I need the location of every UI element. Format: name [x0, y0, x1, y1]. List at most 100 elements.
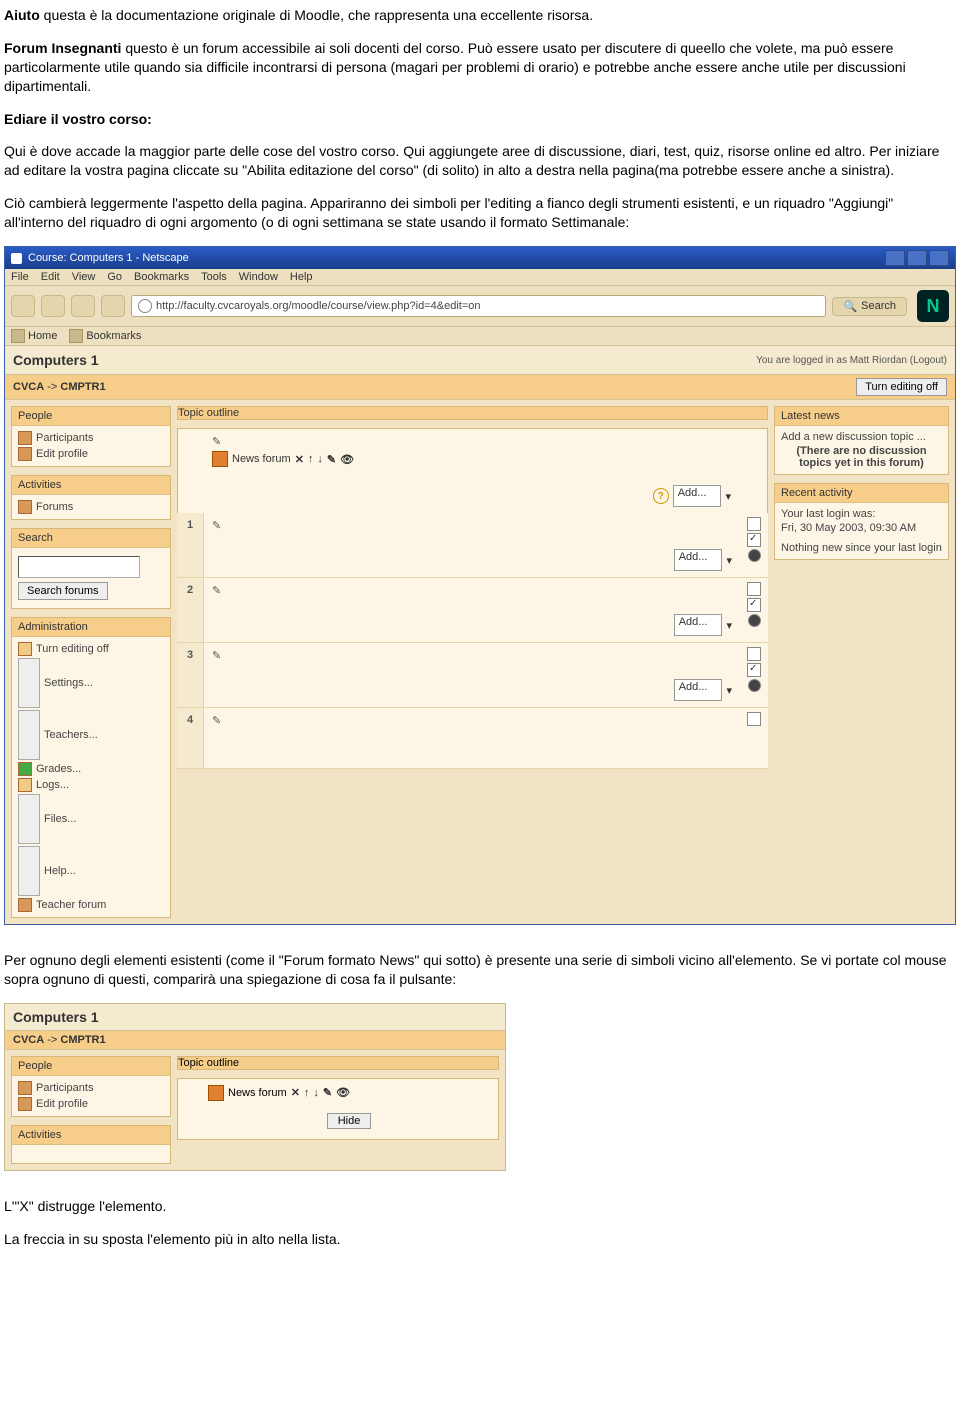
search-forums-button[interactable]: Search forums: [18, 582, 108, 600]
show-one-icon[interactable]: [747, 712, 761, 726]
admin-grades[interactable]: Grades...: [18, 761, 164, 777]
breadcrumb: CVCA -> CMPTR1: [13, 381, 106, 393]
move-up-icon[interactable]: ↑: [304, 1087, 310, 1099]
visible-icon[interactable]: [748, 679, 761, 692]
turn-editing-off-button[interactable]: Turn editing off: [856, 378, 947, 396]
edit-icon[interactable]: ✎: [212, 519, 224, 531]
move-up-icon[interactable]: ↑: [308, 453, 314, 465]
menu-edit[interactable]: Edit: [41, 271, 60, 283]
participants-icon: [18, 431, 32, 445]
profile-icon: [18, 447, 32, 461]
menu-help[interactable]: Help: [290, 271, 313, 283]
url-input[interactable]: http://faculty.cvcaroyals.org/moodle/cou…: [131, 295, 826, 317]
menu-file[interactable]: File: [11, 271, 29, 283]
visible-icon[interactable]: [748, 614, 761, 627]
admin-teacherforum[interactable]: Teacher forum: [18, 897, 164, 913]
add-dropdown[interactable]: Add...: [674, 549, 723, 571]
people-participants[interactable]: Participants: [18, 1080, 164, 1096]
topic-intro: ✎ News forum ✕ ↑ ↓ ✎ 👁 ?: [177, 428, 768, 513]
panel-people: People Participants Edit profile: [11, 1056, 171, 1117]
add-row: ? Add...▾: [653, 485, 731, 507]
search-input[interactable]: [18, 556, 140, 578]
para-6: L'"X" distrugge l'elemento.: [4, 1197, 956, 1216]
para-5: Per ognuno degli elementi esistenti (com…: [4, 951, 956, 989]
screenshot-2: Computers 1 CVCA -> CMPTR1 People Partic…: [4, 1003, 506, 1171]
menu-view[interactable]: View: [72, 271, 96, 283]
nothing-new-text: Nothing new since your last login: [781, 541, 942, 555]
chevron-down-icon[interactable]: ▾: [726, 554, 732, 567]
admin-teachers[interactable]: Teachers...: [18, 709, 164, 761]
show-one-icon[interactable]: [747, 647, 761, 661]
tabbar: Home Bookmarks: [5, 327, 955, 346]
forum-icon: [18, 500, 32, 514]
add-dropdown[interactable]: Add...: [673, 485, 722, 507]
tab-home[interactable]: Home: [11, 329, 57, 343]
topic-number: 4: [177, 708, 204, 768]
visible-icon[interactable]: [748, 549, 761, 562]
close-button[interactable]: [929, 250, 949, 266]
topic-4: 4 ✎: [177, 708, 768, 769]
add-topic-link[interactable]: Add a new discussion topic ...: [781, 430, 942, 444]
heading-edit: Ediare il vostro corso:: [4, 110, 956, 129]
admin-editoff[interactable]: Turn editing off: [18, 641, 164, 657]
menu-window[interactable]: Window: [239, 271, 278, 283]
back-button[interactable]: [11, 295, 35, 317]
delete-icon[interactable]: ✕: [291, 1086, 300, 1099]
para-3: Qui è dove accade la maggior parte delle…: [4, 142, 956, 180]
edit-icon[interactable]: ✎: [212, 584, 224, 596]
edit-icon[interactable]: ✎: [212, 435, 224, 447]
hide-icon[interactable]: 👁: [336, 1086, 350, 1099]
forward-button[interactable]: [41, 295, 65, 317]
delete-icon[interactable]: ✕: [295, 453, 304, 466]
reload-button[interactable]: [71, 295, 95, 317]
search-button[interactable]: 🔍Search: [832, 297, 907, 316]
move-down-icon[interactable]: ↓: [313, 1087, 319, 1099]
max-button[interactable]: [907, 250, 927, 266]
edit-icon[interactable]: ✎: [212, 714, 224, 726]
news-forum-link[interactable]: News forum ✕ ↑ ↓ ✎ 👁: [212, 451, 731, 467]
min-button[interactable]: [885, 250, 905, 266]
globe-icon: [138, 299, 152, 313]
people-editprofile[interactable]: Edit profile: [18, 446, 164, 462]
para-4: Ciò cambierà leggermente l'aspetto della…: [4, 194, 956, 232]
help-icon[interactable]: ?: [653, 488, 669, 504]
stop-button[interactable]: [101, 295, 125, 317]
news-forum-link[interactable]: News forum ✕ ↑ ↓ ✎ 👁: [208, 1085, 490, 1101]
panel-activities: Activities: [11, 1125, 171, 1164]
edit-icon[interactable]: ✎: [327, 453, 336, 466]
tab-bookmarks[interactable]: Bookmarks: [69, 329, 141, 343]
topic-outline-header: Topic outline: [177, 1056, 499, 1070]
hide-icon[interactable]: 👁: [340, 453, 354, 466]
files-icon: [18, 794, 40, 844]
menu-tools[interactable]: Tools: [201, 271, 227, 283]
window-titlebar: Course: Computers 1 - Netscape: [5, 247, 955, 269]
highlight-icon[interactable]: [747, 598, 761, 612]
show-one-icon[interactable]: [747, 517, 761, 531]
activities-forums[interactable]: Forums: [18, 499, 164, 515]
panel-people-header: People: [12, 1057, 170, 1076]
add-dropdown[interactable]: Add...: [674, 614, 723, 636]
menu-bookmarks[interactable]: Bookmarks: [134, 271, 189, 283]
edit-icon[interactable]: ✎: [212, 649, 224, 661]
login-status: You are logged in as Matt Riordan (Logou…: [756, 355, 947, 366]
panel-people: People Participants Edit profile: [11, 406, 171, 467]
admin-help[interactable]: Help...: [18, 845, 164, 897]
admin-logs[interactable]: Logs...: [18, 777, 164, 793]
menu-go[interactable]: Go: [107, 271, 122, 283]
people-participants[interactable]: Participants: [18, 430, 164, 446]
admin-settings[interactable]: Settings...: [18, 657, 164, 709]
right-column: Latest news Add a new discussion topic .…: [774, 406, 949, 918]
move-down-icon[interactable]: ↓: [317, 453, 323, 465]
edit-icon[interactable]: ✎: [323, 1086, 332, 1099]
chevron-down-icon[interactable]: ▾: [726, 619, 732, 632]
highlight-icon[interactable]: [747, 663, 761, 677]
people-editprofile[interactable]: Edit profile: [18, 1096, 164, 1112]
admin-files[interactable]: Files...: [18, 793, 164, 845]
profile-icon: [18, 1097, 32, 1111]
panel-search: Search Search forums: [11, 528, 171, 609]
highlight-icon[interactable]: [747, 533, 761, 547]
chevron-down-icon[interactable]: ▾: [725, 490, 731, 503]
chevron-down-icon[interactable]: ▾: [726, 684, 732, 697]
show-one-icon[interactable]: [747, 582, 761, 596]
add-dropdown[interactable]: Add...: [674, 679, 723, 701]
